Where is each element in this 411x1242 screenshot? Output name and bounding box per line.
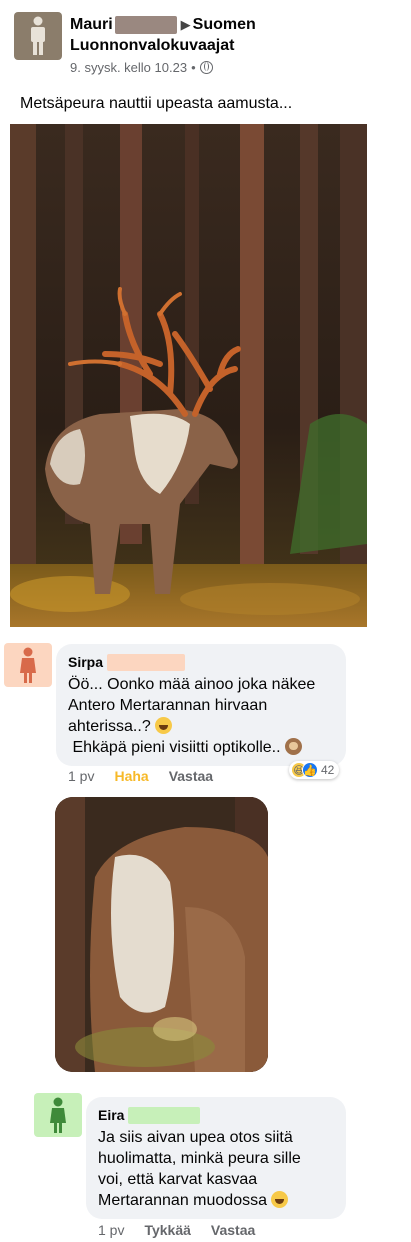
group-name-line1[interactable]: Suomen	[193, 16, 256, 33]
meta-separator: •	[191, 60, 196, 75]
comment-author: Sirpa	[68, 653, 334, 671]
post-caption: Metsäpeura nauttii upeasta aamusta...	[20, 95, 293, 112]
post-author-line: Mauri ▶ Suomen Luonnonvalokuvaajat	[70, 14, 400, 56]
author-avatar[interactable]	[14, 12, 62, 60]
comment-text-line: Ja siis aivan upea otos siitä	[98, 1129, 293, 1146]
comment-time[interactable]: 1 pv	[68, 768, 94, 784]
reindeer-forest-image	[10, 124, 367, 627]
comment-author-name[interactable]: Sirpa	[68, 653, 103, 671]
reply-button[interactable]: Vastaa	[169, 768, 213, 784]
comment-avatar-eira[interactable]	[34, 1093, 82, 1137]
group-name-line2[interactable]: Luonnonvalokuvaajat	[70, 37, 234, 54]
comment-bubble: Eira Ja siis aivan upea otos siitä huoli…	[86, 1097, 346, 1219]
comment-text-line: ahterissa..?	[68, 718, 151, 735]
reaction-summary[interactable]: 😆 👍 42	[289, 761, 340, 779]
comment-actions: 1 pv Haha Vastaa	[68, 768, 213, 784]
comment-text-line: huolimatta, minkä peura sille	[98, 1150, 301, 1167]
comment-text-line: voi, että karvat kasvaa	[98, 1171, 258, 1188]
comment-text-line: Antero Mertarannan hirvaan	[68, 697, 268, 714]
reply-button[interactable]: Vastaa	[211, 1222, 255, 1238]
post-header: Mauri ▶ Suomen Luonnonvalokuvaajat 9. syys…	[14, 10, 404, 80]
comment-text-line: Mertarannan muodossa	[98, 1192, 267, 1209]
comment-text: Öö... Oonko mää ainoo joka näkee Antero …	[68, 674, 334, 758]
person-icon	[50, 1097, 66, 1133]
triangle-right-icon: ▶	[180, 17, 191, 32]
comment-text-line: Öö... Oonko mää ainoo joka näkee	[68, 676, 316, 693]
post-photo[interactable]	[10, 124, 367, 627]
author-name[interactable]: Mauri	[70, 16, 113, 33]
haha-button[interactable]: Haha	[114, 768, 148, 784]
person-icon	[20, 647, 36, 683]
comment-text: Ja siis aivan upea otos siitä huolimatta…	[98, 1127, 334, 1211]
like-reaction-icon: 👍	[302, 762, 318, 778]
comment-author: Eira	[98, 1106, 334, 1124]
see-no-evil-monkey-icon	[284, 738, 302, 755]
comment-text-line: Ehkäpä pieni visiitti optikolle..	[68, 739, 281, 756]
post-meta: 9. syysk. kello 10.23 •	[70, 60, 213, 75]
comment-photo[interactable]	[55, 797, 268, 1072]
grinning-emoji-icon	[154, 717, 172, 734]
comment-actions: 1 pv Tykkää Vastaa	[98, 1222, 255, 1238]
redacted-surname	[128, 1106, 201, 1124]
comment-avatar-sirpa[interactable]	[4, 643, 52, 687]
laughing-tears-emoji-icon	[270, 1191, 288, 1208]
comment-time[interactable]: 1 pv	[98, 1222, 124, 1238]
comment-author-name[interactable]: Eira	[98, 1106, 124, 1124]
redacted-surname	[114, 15, 177, 34]
post-timestamp[interactable]: 9. syysk. kello 10.23	[70, 60, 187, 75]
comment-bubble: Sirpa Öö... Oonko mää ainoo joka näkee A…	[56, 644, 346, 766]
person-icon	[31, 16, 45, 55]
reaction-count: 42	[321, 763, 335, 777]
redacted-surname	[107, 653, 186, 671]
reindeer-rear-closeup-image	[55, 797, 268, 1072]
globe-icon	[199, 61, 213, 74]
like-button[interactable]: Tykkää	[144, 1222, 190, 1238]
